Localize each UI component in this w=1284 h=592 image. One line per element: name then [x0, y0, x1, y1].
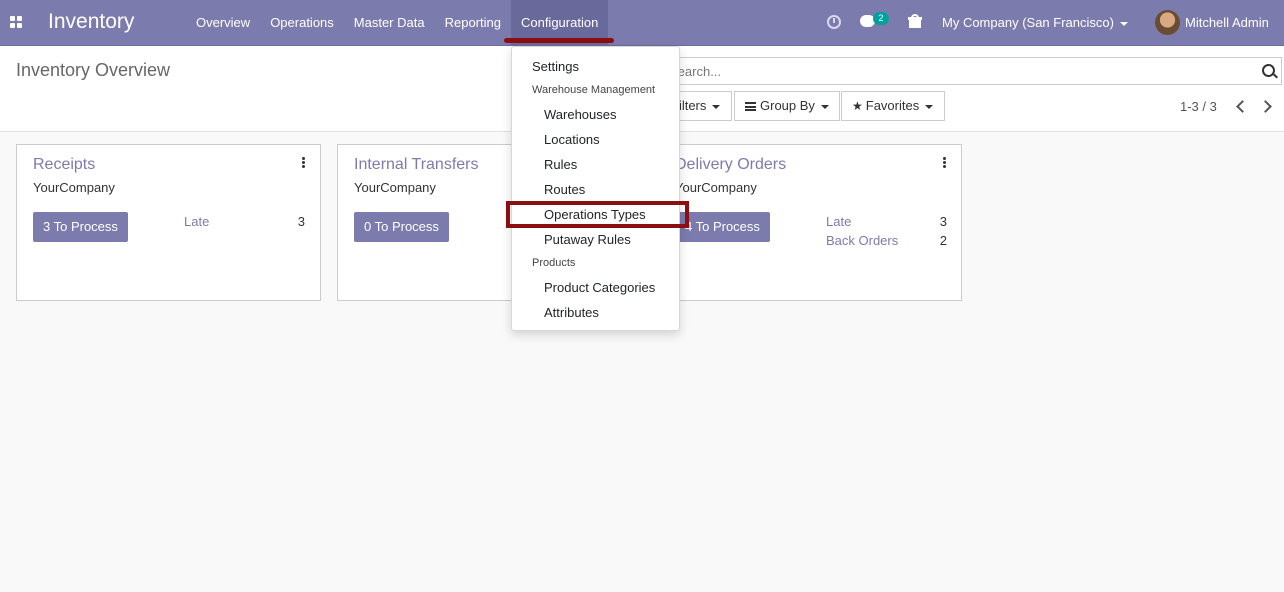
menu-item-settings[interactable]: Settings — [532, 59, 579, 74]
late-count: 3 — [297, 214, 305, 229]
menu-operations[interactable]: Operations — [260, 0, 344, 45]
gift-icon[interactable] — [908, 14, 922, 28]
late-link[interactable]: Late — [184, 214, 209, 229]
card-company: YourCompany — [675, 180, 757, 195]
chevron-down-icon — [820, 104, 829, 109]
activity-clock-icon[interactable] — [827, 15, 841, 29]
card-title[interactable]: Receipts — [33, 156, 95, 174]
menu-reporting[interactable]: Reporting — [435, 0, 511, 45]
menu-item-operations-types[interactable]: Operations Types — [544, 207, 646, 222]
page-title: Inventory Overview — [16, 60, 171, 80]
card-company: YourCompany — [354, 180, 436, 195]
favorites-label: Favorites — [865, 98, 920, 113]
chevron-left-icon[interactable] — [1234, 98, 1248, 114]
menu-item-routes[interactable]: Routes — [544, 182, 585, 197]
card-company: YourCompany — [33, 180, 115, 195]
chevron-down-icon — [1119, 21, 1128, 26]
company-name: My Company (San Francisco) — [942, 15, 1114, 30]
menu-item-locations[interactable]: Locations — [544, 132, 600, 147]
avatar[interactable] — [1155, 10, 1180, 35]
menu-item-putaway-rules[interactable]: Putaway Rules — [544, 232, 631, 247]
messages-badge: 2 — [873, 12, 889, 25]
menu-overview[interactable]: Overview — [186, 0, 260, 45]
menu-item-attributes[interactable]: Attributes — [544, 305, 599, 320]
section-header-products: Products — [532, 257, 576, 269]
late-count: 3 — [939, 214, 947, 229]
menu-item-rules[interactable]: Rules — [544, 157, 577, 172]
star-icon: ★ — [852, 99, 863, 113]
menu-item-warehouses[interactable]: Warehouses — [544, 107, 617, 122]
kebab-menu-icon[interactable] — [943, 157, 946, 168]
late-link[interactable]: Late — [826, 214, 851, 229]
list-icon — [745, 102, 756, 112]
configuration-highlight-underline — [504, 38, 614, 43]
group-by-button[interactable]: Group By — [734, 91, 840, 121]
configuration-dropdown: Settings Warehouse Management Warehouses… — [511, 46, 680, 331]
app-title: Inventory — [48, 10, 135, 33]
company-switcher[interactable]: My Company (San Francisco) — [942, 15, 1128, 30]
to-process-button[interactable]: 4 To Process — [675, 212, 770, 242]
search-icon[interactable] — [1262, 64, 1275, 77]
menu-item-product-categories[interactable]: Product Categories — [544, 280, 655, 295]
apps-menu-icon[interactable] — [10, 16, 22, 28]
search-box — [660, 57, 1282, 85]
pager-value[interactable]: 1-3 / 3 — [1180, 99, 1217, 114]
menu-master-data[interactable]: Master Data — [344, 0, 435, 45]
chevron-down-icon — [712, 104, 721, 109]
favorites-button[interactable]: ★ Favorites — [841, 91, 945, 121]
back-orders-link[interactable]: Back Orders — [826, 233, 898, 248]
chevron-right-icon[interactable] — [1260, 98, 1274, 114]
chevron-down-icon — [925, 104, 934, 109]
back-orders-count: 2 — [939, 233, 947, 248]
to-process-button[interactable]: 3 To Process — [33, 212, 128, 242]
top-navbar: Inventory Overview Operations Master Dat… — [0, 0, 1284, 46]
to-process-button[interactable]: 0 To Process — [354, 212, 449, 242]
kanban-card-receipts: Receipts YourCompany 3 To Process Late 3 — [16, 144, 321, 301]
kebab-menu-icon[interactable] — [302, 157, 305, 168]
card-title[interactable]: Delivery Orders — [675, 156, 786, 174]
card-title[interactable]: Internal Transfers — [354, 156, 479, 174]
user-menu[interactable]: Mitchell Admin — [1185, 15, 1269, 30]
kanban-card-delivery-orders: Delivery Orders YourCompany 4 To Process… — [657, 144, 962, 301]
group-by-label: Group By — [760, 98, 815, 113]
search-input[interactable] — [661, 58, 1241, 84]
section-header-warehouse-management: Warehouse Management — [532, 84, 656, 96]
